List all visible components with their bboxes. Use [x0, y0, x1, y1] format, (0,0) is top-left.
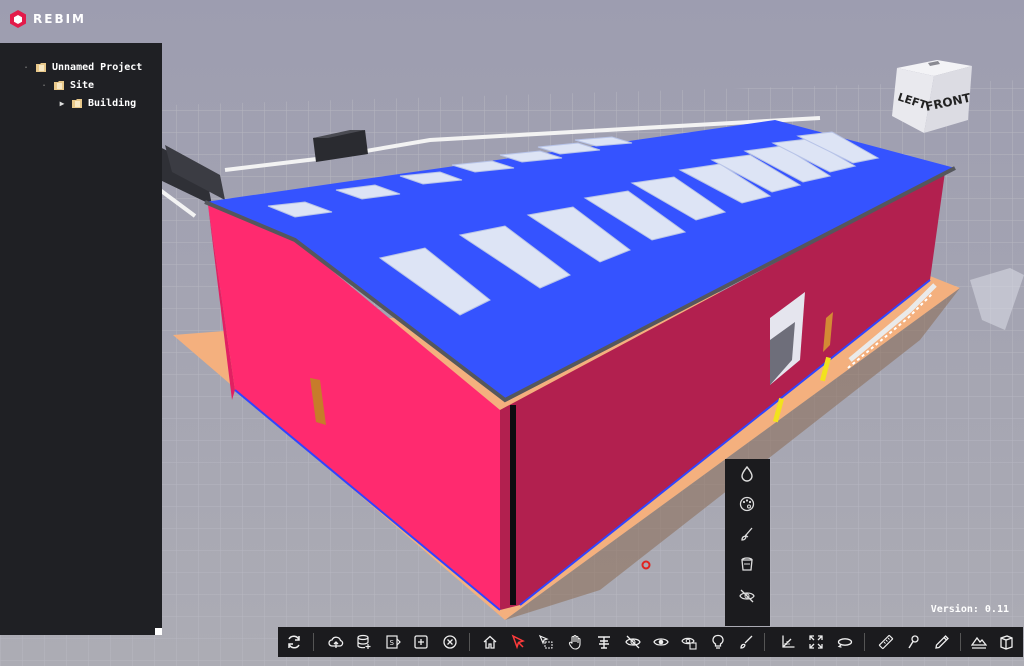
measure-button[interactable] — [875, 631, 897, 653]
show-icon — [653, 638, 669, 646]
hide-button[interactable] — [622, 631, 644, 653]
axes-button[interactable] — [777, 631, 799, 653]
toolbar-divider — [313, 633, 314, 651]
folder-icon — [72, 99, 82, 108]
light-bulb-icon — [712, 634, 724, 649]
isolate-icon — [681, 637, 697, 650]
logo-icon — [10, 10, 26, 28]
tree-node-label: Unnamed Project — [52, 61, 143, 73]
hide-appearance-button[interactable] — [736, 585, 758, 607]
appearance-popup-menu — [725, 459, 770, 626]
toolbar-divider — [764, 633, 765, 651]
orbit-button[interactable] — [834, 631, 856, 653]
expand-arrow-icon[interactable]: ▶ — [58, 99, 66, 108]
tree-node-site[interactable]: · Site — [40, 77, 95, 93]
axes-icon — [782, 635, 795, 648]
home-icon — [483, 635, 497, 649]
pencil-icon — [935, 635, 949, 649]
pin-button[interactable] — [903, 631, 925, 653]
select-button[interactable] — [507, 631, 529, 653]
project-tree-panel: · Unnamed Project · Site ▶ Building — [0, 43, 162, 635]
box-select-icon — [538, 634, 553, 649]
add-square-icon — [414, 635, 428, 649]
cube-icon — [1000, 635, 1013, 650]
tree-node-label: Building — [88, 97, 137, 109]
light-button[interactable] — [707, 631, 729, 653]
select-arrow-icon — [511, 634, 525, 650]
step-file-icon: S — [386, 635, 401, 649]
paint-bucket-icon — [741, 557, 753, 571]
step-file-button[interactable]: S — [382, 631, 404, 653]
logo-text: REBIM — [33, 12, 86, 26]
show-button[interactable] — [650, 631, 672, 653]
database-add-icon — [357, 634, 371, 649]
cloud-upload-icon — [328, 636, 344, 648]
folder-icon — [54, 81, 64, 90]
isolate-button[interactable] — [678, 631, 700, 653]
tree-node-label: Site — [70, 79, 95, 91]
database-add-button[interactable] — [353, 631, 375, 653]
home-view-button[interactable] — [479, 631, 501, 653]
palette-button[interactable] — [736, 493, 758, 515]
tree-toggle-dot[interactable]: · — [40, 81, 48, 90]
hide-icon — [625, 635, 641, 649]
paint-brush-icon — [740, 635, 753, 649]
pin-icon — [908, 635, 919, 649]
toolbar-divider — [960, 633, 961, 651]
toolbar-divider — [469, 633, 470, 651]
appearance-button[interactable] — [735, 631, 757, 653]
pan-hand-icon — [568, 634, 581, 650]
version-label: Version: 0.11 — [930, 604, 1009, 615]
clear-button[interactable] — [439, 631, 461, 653]
pan-button[interactable] — [564, 631, 586, 653]
terrain-icon — [971, 636, 987, 649]
bottom-toolbar: S — [278, 627, 1023, 657]
fit-view-icon — [809, 635, 823, 649]
model-view-button[interactable] — [995, 631, 1017, 653]
app-logo: REBIM — [10, 10, 86, 28]
palette-icon — [739, 496, 755, 512]
brush-button[interactable] — [736, 523, 758, 545]
measure-ruler-icon — [878, 634, 894, 650]
tree-node-project[interactable]: · Unnamed Project — [22, 59, 143, 75]
markup-button[interactable] — [931, 631, 953, 653]
folder-icon — [36, 63, 46, 72]
refresh-icon — [288, 635, 300, 649]
tree-toggle-dot[interactable]: · — [22, 63, 30, 72]
tree-node-building[interactable]: ▶ Building — [58, 95, 137, 111]
paint-bucket-button[interactable] — [736, 553, 758, 575]
section-plane-button[interactable] — [593, 631, 615, 653]
section-plane-icon — [598, 636, 610, 649]
cloud-upload-button[interactable] — [325, 631, 347, 653]
water-drop-icon — [741, 466, 753, 482]
orbit-icon — [837, 638, 853, 648]
close-circle-icon — [443, 635, 457, 649]
toolbar-divider — [864, 633, 865, 651]
svg-text:S: S — [390, 639, 395, 647]
box-select-button[interactable] — [535, 631, 557, 653]
fit-view-button[interactable] — [805, 631, 827, 653]
panel-resize-handle[interactable] — [155, 628, 162, 635]
brush-icon — [741, 527, 753, 541]
water-drop-button[interactable] — [736, 463, 758, 485]
navigation-cube[interactable]: LEFT FRONT — [892, 58, 974, 138]
refresh-button[interactable] — [283, 631, 305, 653]
add-element-button[interactable] — [410, 631, 432, 653]
terrain-button[interactable] — [968, 631, 990, 653]
eye-off-icon — [739, 589, 755, 603]
